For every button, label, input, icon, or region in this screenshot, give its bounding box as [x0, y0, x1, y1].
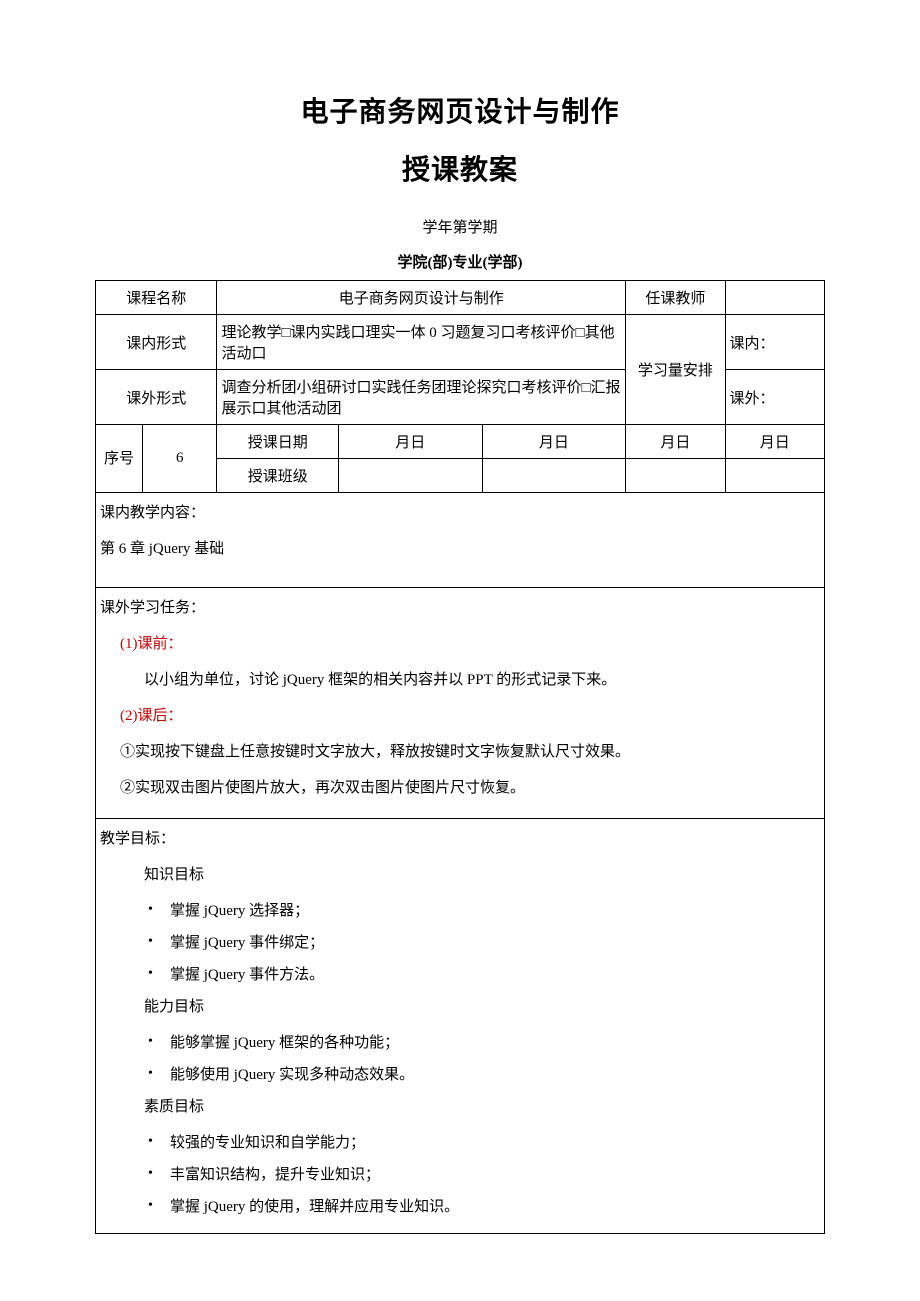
quality-objective-label: 素质目标 — [100, 1095, 820, 1119]
course-name-label: 课程名称 — [96, 281, 217, 315]
post-class-label: (2)课后： — [100, 704, 820, 728]
month-day-4: 月日 — [725, 425, 824, 459]
list-item: 丰富知识结构，提升专业知识； — [170, 1163, 820, 1187]
semester-line: 学年第学期 — [95, 216, 825, 237]
list-item: 掌握 jQuery 事件绑定； — [170, 931, 820, 955]
outclass-form-value: 调查分析团小组研讨口实践任务团理论探究口考核评价□汇报展示口其他活动团 — [217, 370, 626, 425]
page-title-sub: 授课教案 — [95, 148, 825, 188]
instructor-label: 任课教师 — [626, 281, 725, 315]
row-teach-date: 序号 6 授课日期 月日 月日 月日 月日 — [96, 425, 825, 459]
list-item: 掌握 jQuery 选择器； — [170, 899, 820, 923]
seq-value: 6 — [143, 425, 217, 493]
row-objectives: 教学目标： 知识目标 掌握 jQuery 选择器； 掌握 jQuery 事件绑定… — [96, 819, 825, 1234]
instructor-value — [725, 281, 824, 315]
inclass-amount-label: 课内： — [725, 315, 824, 370]
outclass-tasks-heading: 课外学习任务： — [100, 596, 820, 620]
study-arrange-label: 学习量安排 — [626, 315, 725, 425]
list-item: 掌握 jQuery 的使用，理解并应用专业知识。 — [170, 1195, 820, 1219]
pre-class-text: 以小组为单位，讨论 jQuery 框架的相关内容并以 PPT 的形式记录下来。 — [100, 668, 820, 692]
list-item: 掌握 jQuery 事件方法。 — [170, 963, 820, 987]
teach-class-3 — [626, 459, 725, 493]
list-item: 较强的专业知识和自学能力； — [170, 1131, 820, 1155]
teach-date-label: 授课日期 — [217, 425, 339, 459]
inclass-content-line1: 第 6 章 jQuery 基础 — [100, 537, 820, 561]
row-inclass-form: 课内形式 理论教学□课内实践口理实一体 0 习题复习口考核评价□其他活动口 学习… — [96, 315, 825, 370]
inclass-form-value: 理论教学□课内实践口理实一体 0 习题复习口考核评价□其他活动口 — [217, 315, 626, 370]
inclass-form-label: 课内形式 — [96, 315, 217, 370]
post-class-item2: ②实现双击图片使图片放大，再次双击图片使图片尺寸恢复。 — [100, 776, 820, 800]
list-item: 能够掌握 jQuery 框架的各种功能； — [170, 1031, 820, 1055]
outclass-form-label: 课外形式 — [96, 370, 217, 425]
ability-objective-list: 能够掌握 jQuery 框架的各种功能； 能够使用 jQuery 实现多种动态效… — [100, 1031, 820, 1087]
post-class-item1: ①实现按下键盘上任意按键时文字放大，释放按键时文字恢复默认尺寸效果。 — [100, 740, 820, 764]
seq-label: 序号 — [96, 425, 143, 493]
page-title-main: 电子商务网页设计与制作 — [95, 90, 825, 130]
college-line: 学院(部)专业(学部) — [95, 251, 825, 272]
ability-objective-label: 能力目标 — [100, 995, 820, 1019]
outclass-amount-label: 课外： — [725, 370, 824, 425]
row-outclass-tasks: 课外学习任务： (1)课前： 以小组为单位，讨论 jQuery 框架的相关内容并… — [96, 588, 825, 819]
lesson-plan-table: 课程名称 电子商务网页设计与制作 任课教师 课内形式 理论教学□课内实践口理实一… — [95, 280, 825, 1234]
month-day-3: 月日 — [626, 425, 725, 459]
month-day-1: 月日 — [338, 425, 482, 459]
quality-objective-list: 较强的专业知识和自学能力； 丰富知识结构，提升专业知识； 掌握 jQuery 的… — [100, 1131, 820, 1219]
month-day-2: 月日 — [482, 425, 626, 459]
list-item: 能够使用 jQuery 实现多种动态效果。 — [170, 1063, 820, 1087]
objectives-heading: 教学目标： — [100, 827, 820, 851]
knowledge-objective-label: 知识目标 — [100, 863, 820, 887]
teach-class-2 — [482, 459, 626, 493]
teach-class-4 — [725, 459, 824, 493]
knowledge-objective-list: 掌握 jQuery 选择器； 掌握 jQuery 事件绑定； 掌握 jQuery… — [100, 899, 820, 987]
pre-class-label: (1)课前： — [100, 632, 820, 656]
row-inclass-content: 课内教学内容： 第 6 章 jQuery 基础 — [96, 493, 825, 588]
teach-class-1 — [338, 459, 482, 493]
inclass-content-heading: 课内教学内容： — [100, 501, 820, 525]
teach-class-label: 授课班级 — [217, 459, 339, 493]
row-course-name: 课程名称 电子商务网页设计与制作 任课教师 — [96, 281, 825, 315]
course-name-value: 电子商务网页设计与制作 — [217, 281, 626, 315]
